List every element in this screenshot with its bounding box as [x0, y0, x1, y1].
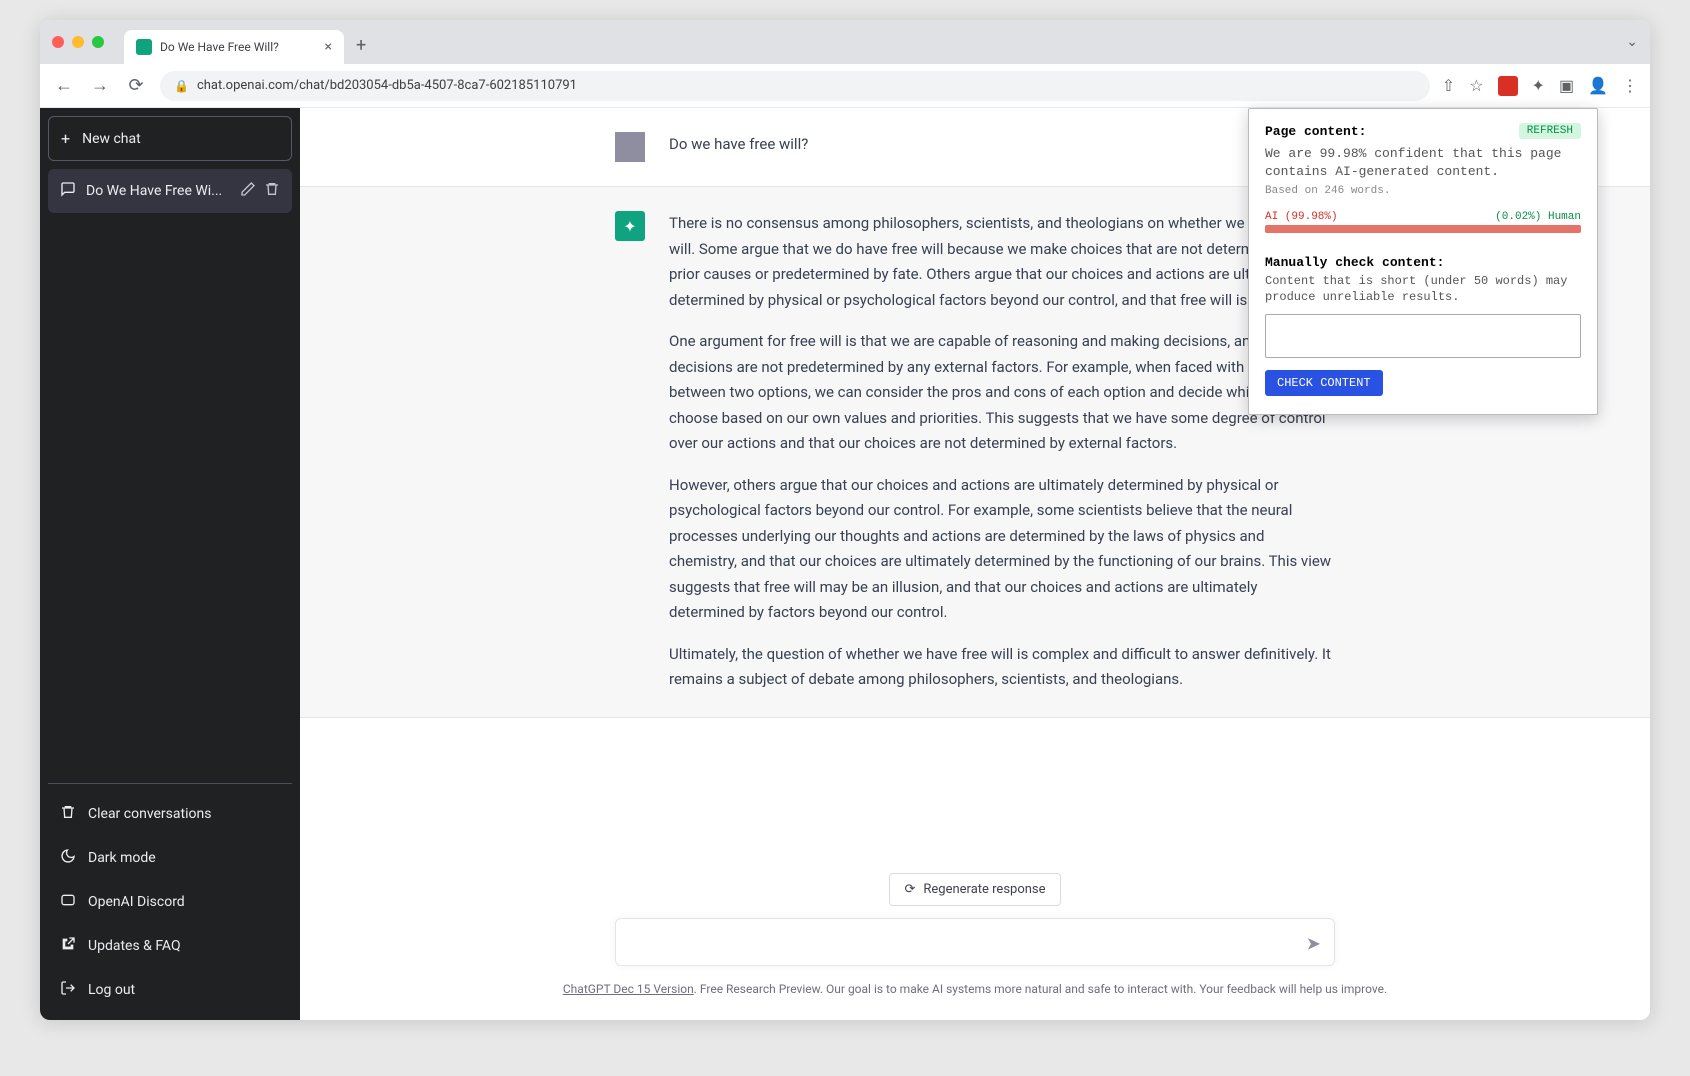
ai-message-text: There is no consensus among philosophers…: [669, 211, 1335, 693]
user-avatar: [615, 132, 645, 162]
chat-footer: ⟳ Regenerate response ➤ ChatGPT Dec 15 V…: [300, 857, 1650, 1020]
maximize-window-button[interactable]: [92, 36, 104, 48]
minimize-window-button[interactable]: [72, 36, 84, 48]
logout-label: Log out: [88, 982, 135, 998]
manual-check-input[interactable]: [1265, 314, 1581, 358]
back-button[interactable]: ←: [52, 75, 76, 96]
clear-conversations-button[interactable]: Clear conversations: [48, 792, 292, 836]
logout-icon: [60, 980, 76, 1000]
chat-icon: [60, 181, 76, 201]
trash-icon: [60, 804, 76, 824]
window-controls: [52, 36, 104, 48]
extension-popup: Page content: REFRESH We are 99.98% conf…: [1248, 108, 1598, 415]
sidebar: + New chat Do We Have Free Wi...: [40, 108, 300, 1020]
browser-tab-bar: Do We Have Free Will? × + ⌄: [40, 20, 1650, 64]
tab-title: Do We Have Free Will?: [160, 40, 279, 54]
word-count-text: Based on 246 words.: [1265, 185, 1581, 197]
sidebar-footer: Clear conversations Dark mode OpenAI Dis…: [48, 783, 292, 1012]
delete-icon[interactable]: [264, 181, 280, 201]
tab-favicon-icon: [136, 39, 152, 55]
external-link-icon: [60, 936, 76, 956]
new-chat-button[interactable]: + New chat: [48, 116, 292, 161]
manual-check-subtitle: Content that is short (under 50 words) m…: [1265, 274, 1581, 305]
address-bar: ← → ⟳ 🔒 chat.openai.com/chat/bd203054-db…: [40, 64, 1650, 108]
input-container: ➤: [615, 918, 1335, 970]
chat-input[interactable]: [615, 918, 1335, 966]
confidence-text: We are 99.98% confident that this page c…: [1265, 145, 1581, 181]
lock-icon: 🔒: [174, 79, 189, 93]
disclaimer-text: . Free Research Preview. Our goal is to …: [694, 982, 1387, 996]
history-item[interactable]: Do We Have Free Wi...: [48, 169, 292, 213]
moon-icon: [60, 848, 76, 868]
disclaimer: ChatGPT Dec 15 Version. Free Research Pr…: [563, 982, 1387, 996]
dark-mode-button[interactable]: Dark mode: [48, 836, 292, 880]
edit-icon[interactable]: [240, 181, 256, 201]
ai-paragraph: Ultimately, the question of whether we h…: [669, 642, 1335, 693]
chat-history: Do We Have Free Wi...: [48, 169, 292, 783]
menu-icon[interactable]: ⋮: [1622, 76, 1638, 95]
extension-red-icon[interactable]: [1498, 76, 1518, 96]
share-icon[interactable]: ⇧: [1442, 76, 1455, 95]
ai-paragraph: One argument for free will is that we ar…: [669, 329, 1335, 457]
ai-percent-label: AI (99.98%): [1265, 211, 1338, 223]
human-percent-label: (0.02%) Human: [1495, 211, 1581, 223]
browser-window: Do We Have Free Will? × + ⌄ ← → ⟳ 🔒 chat…: [40, 20, 1650, 1020]
refresh-icon: ⟳: [904, 882, 915, 897]
toolbar-icons: ⇧ ☆ ✦ ▣ 👤 ⋮: [1442, 76, 1638, 96]
discord-icon: [60, 892, 76, 912]
refresh-button[interactable]: REFRESH: [1519, 123, 1581, 139]
ai-avatar: ✦: [615, 211, 645, 241]
dark-label: Dark mode: [88, 850, 156, 866]
send-button[interactable]: ➤: [1306, 934, 1321, 955]
history-item-title: Do We Have Free Wi...: [86, 183, 230, 199]
browser-tab[interactable]: Do We Have Free Will? ×: [124, 30, 344, 64]
meter-labels: AI (99.98%) (0.02%) Human: [1265, 211, 1581, 223]
close-window-button[interactable]: [52, 36, 64, 48]
regenerate-label: Regenerate response: [923, 882, 1045, 897]
ai-paragraph: There is no consensus among philosophers…: [669, 211, 1335, 313]
discord-label: OpenAI Discord: [88, 894, 185, 910]
confidence-meter: [1265, 225, 1581, 233]
url-text: chat.openai.com/chat/bd203054-db5a-4507-…: [197, 78, 577, 93]
clear-label: Clear conversations: [88, 806, 211, 822]
manual-check-title: Manually check content:: [1265, 255, 1581, 270]
discord-button[interactable]: OpenAI Discord: [48, 880, 292, 924]
faq-label: Updates & FAQ: [88, 938, 181, 954]
tab-close-icon[interactable]: ×: [325, 39, 332, 55]
tab-overflow-icon[interactable]: ⌄: [1626, 34, 1638, 50]
regenerate-button[interactable]: ⟳ Regenerate response: [889, 873, 1060, 906]
new-chat-label: New chat: [82, 131, 141, 147]
url-input[interactable]: 🔒 chat.openai.com/chat/bd203054-db5a-450…: [160, 71, 1430, 101]
ai-paragraph: However, others argue that our choices a…: [669, 473, 1335, 626]
extensions-icon[interactable]: ✦: [1532, 76, 1545, 95]
page-content-title: Page content:: [1265, 124, 1366, 139]
check-content-button[interactable]: CHECK CONTENT: [1265, 370, 1383, 396]
updates-faq-button[interactable]: Updates & FAQ: [48, 924, 292, 968]
user-message-text: Do we have free will?: [669, 132, 1335, 162]
forward-button[interactable]: →: [88, 75, 112, 96]
logout-button[interactable]: Log out: [48, 968, 292, 1012]
sidebar-toggle-icon[interactable]: ▣: [1559, 76, 1574, 95]
version-link[interactable]: ChatGPT Dec 15 Version: [563, 982, 694, 996]
reload-button[interactable]: ⟳: [124, 75, 148, 96]
profile-icon[interactable]: 👤: [1588, 76, 1608, 95]
bookmark-icon[interactable]: ☆: [1469, 76, 1483, 95]
plus-icon: +: [61, 129, 70, 148]
new-tab-button[interactable]: +: [356, 35, 366, 56]
